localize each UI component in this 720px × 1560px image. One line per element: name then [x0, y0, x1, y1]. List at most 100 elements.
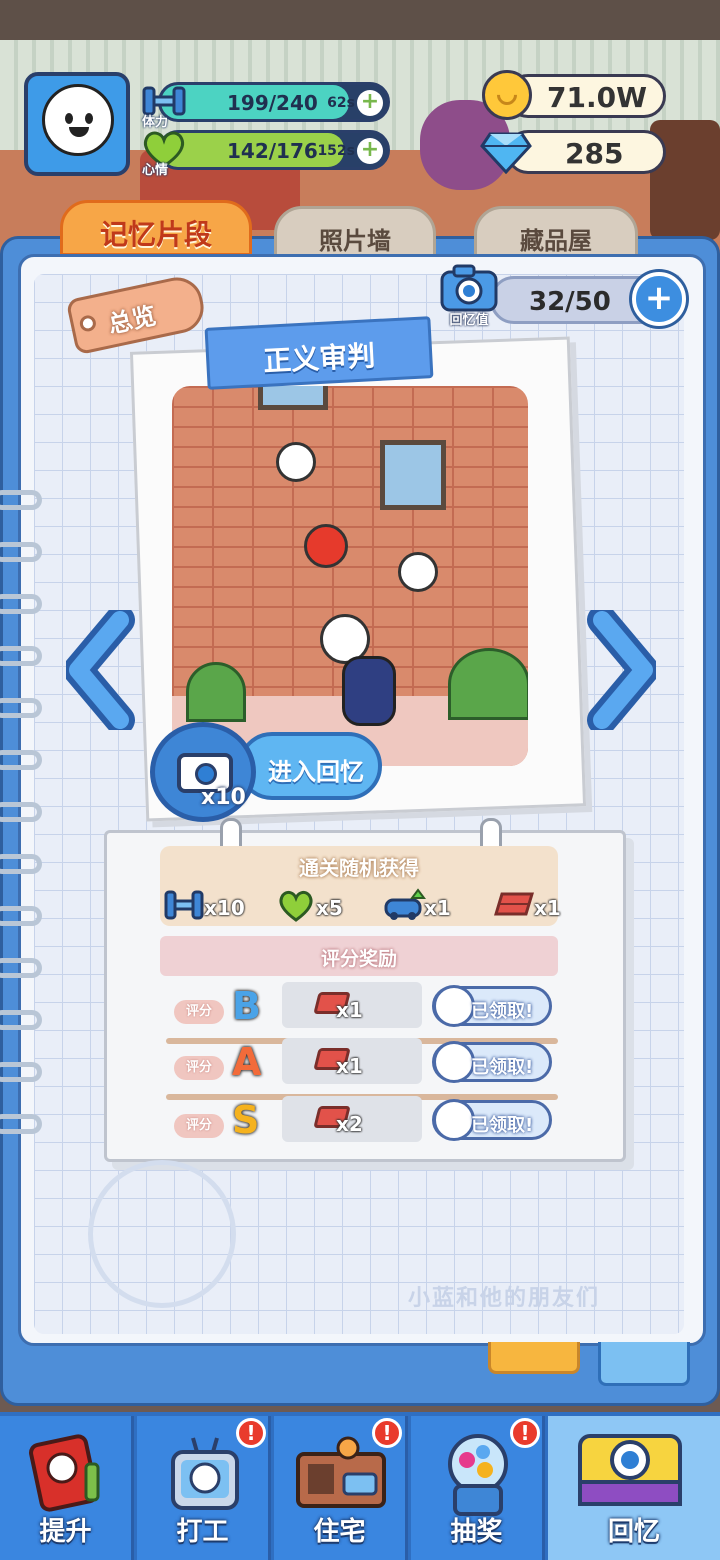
- player-avatar[interactable]: [24, 72, 130, 176]
- score-rewards-title: 评分奖励: [320, 948, 397, 970]
- room-ceiling: [0, 0, 720, 40]
- enter-memory-button[interactable]: 进入回忆: [238, 732, 382, 800]
- photo-title-banner: 正义审判: [204, 316, 434, 390]
- grade-letter: B: [232, 984, 261, 1028]
- avatar-eye: [65, 113, 73, 124]
- house-icon: [296, 1436, 386, 1508]
- score-row-b: 评分 B x1 已领取!: [160, 982, 558, 1044]
- drop-count: x10: [204, 896, 245, 920]
- dumbbell-icon: 体力: [138, 78, 190, 130]
- drop-brick: x1: [493, 888, 561, 924]
- reward-slot: x2: [282, 1096, 422, 1142]
- claimed-label: 已领取!: [471, 1001, 534, 1022]
- grade-letter: S: [232, 1098, 260, 1142]
- tab-memory-fragments[interactable]: 记忆片段: [60, 200, 252, 256]
- camera-icon: [578, 1434, 682, 1506]
- avatar-face: [42, 84, 114, 156]
- reward-count: x1: [336, 1054, 363, 1078]
- nav-label: 住宅: [313, 1517, 366, 1547]
- spiral-ring: [0, 750, 42, 770]
- nav-item-upgrade[interactable]: 提升: [0, 1416, 134, 1560]
- mood-plus-button[interactable]: +: [357, 138, 383, 164]
- avatar-mouth: [69, 127, 89, 137]
- claimed-button[interactable]: 已领取!: [432, 1041, 552, 1083]
- dumbbell-icon: [164, 890, 204, 920]
- reward-slot: x1: [282, 982, 422, 1028]
- bookmark-orange: [488, 1342, 580, 1374]
- photo-title: 正义审判: [262, 339, 377, 378]
- work-robot-icon: [171, 1437, 239, 1510]
- spiral-ring: [0, 802, 42, 822]
- window-top: [258, 386, 328, 410]
- bookmark-blue: [598, 1342, 690, 1386]
- heart-icon: 心情: [138, 126, 190, 178]
- car-upgrade-icon: [384, 888, 426, 920]
- nav-item-memory[interactable]: 回忆: [548, 1416, 720, 1560]
- book-icon: [29, 1434, 100, 1512]
- nav-label: 提升: [39, 1517, 92, 1547]
- chevron-left-icon: [63, 605, 135, 735]
- spiral-ring: [0, 542, 42, 562]
- stamina-value: 199/240: [227, 91, 318, 115]
- bush-right: [448, 648, 528, 720]
- tab-label: 照片墙: [319, 227, 391, 255]
- watermark-face-icon: [88, 1160, 236, 1308]
- enter-cost-badge[interactable]: x10: [150, 722, 256, 822]
- drop-dumbbell: x10: [164, 888, 250, 924]
- memory-count: 32/50: [529, 287, 611, 317]
- police-body: [342, 656, 396, 726]
- coin-icon: [482, 70, 532, 120]
- spiral-ring: [0, 958, 42, 978]
- drop-count: x5: [316, 896, 343, 920]
- tab-label: 记忆片段: [99, 218, 212, 251]
- gold-value: 71.0W: [547, 81, 647, 114]
- mood-bar[interactable]: 142/176 152s +: [158, 130, 390, 170]
- claimed-button[interactable]: 已领取!: [432, 985, 552, 1027]
- claimed-button[interactable]: 已领取!: [432, 1099, 552, 1141]
- diamond-value: 285: [565, 137, 624, 170]
- stamina-timer: 62s: [327, 95, 355, 111]
- drop-car-upgrade: x1: [384, 888, 456, 924]
- previous-arrow-button[interactable]: [63, 605, 136, 735]
- overview-label: 总览: [105, 301, 159, 339]
- tab-label: 藏品屋: [520, 227, 592, 255]
- notification-badge: !: [372, 1418, 402, 1448]
- smile-face-icon: [433, 1041, 475, 1083]
- brick-icon: [493, 892, 535, 916]
- climbing-thief-figure: [276, 442, 316, 482]
- spiral-ring: [0, 854, 42, 874]
- score-row-a: 评分 A x1 已领取!: [160, 1038, 558, 1100]
- heart-icon: [279, 890, 313, 922]
- memory-photo[interactable]: [172, 386, 528, 766]
- spiral-ring: [0, 646, 42, 666]
- mood-value: 142/176: [227, 139, 318, 163]
- notification-badge: !: [236, 1418, 266, 1448]
- smile-face-icon: [433, 1099, 475, 1141]
- reward-count: x1: [336, 998, 363, 1022]
- drop-count: x1: [424, 896, 451, 920]
- spiral-ring: [0, 490, 42, 510]
- score-rewards-header: 评分奖励: [160, 936, 558, 976]
- nav-label: 回忆: [607, 1517, 660, 1547]
- memory-plus-button[interactable]: +: [632, 272, 686, 326]
- score-row-s: 评分 S x2 已领取!: [160, 1096, 558, 1152]
- memory-value-label: 回忆值: [449, 313, 489, 328]
- bush-left: [186, 662, 246, 722]
- random-drops-title: 通关随机获得: [299, 856, 419, 880]
- nav-label: 打工: [176, 1517, 229, 1547]
- window-right: [380, 440, 446, 510]
- next-arrow-button[interactable]: [586, 605, 659, 735]
- tag-hole: [78, 313, 98, 333]
- score-tag: 评分: [174, 1000, 224, 1024]
- enter-cost: x10: [201, 785, 246, 810]
- spiral-ring: [0, 698, 42, 718]
- claimed-label: 已领取!: [471, 1115, 534, 1136]
- stamina-bar[interactable]: 199/240 62s +: [158, 82, 390, 122]
- climbing-thief-figure: [398, 552, 438, 592]
- spiral-ring: [0, 1010, 42, 1030]
- drop-count: x1: [534, 896, 561, 920]
- spiral-ring: [0, 1062, 42, 1082]
- smile-face-icon: [433, 985, 475, 1027]
- stamina-plus-button[interactable]: +: [357, 90, 383, 116]
- enter-memory-label: 进入回忆: [268, 758, 364, 786]
